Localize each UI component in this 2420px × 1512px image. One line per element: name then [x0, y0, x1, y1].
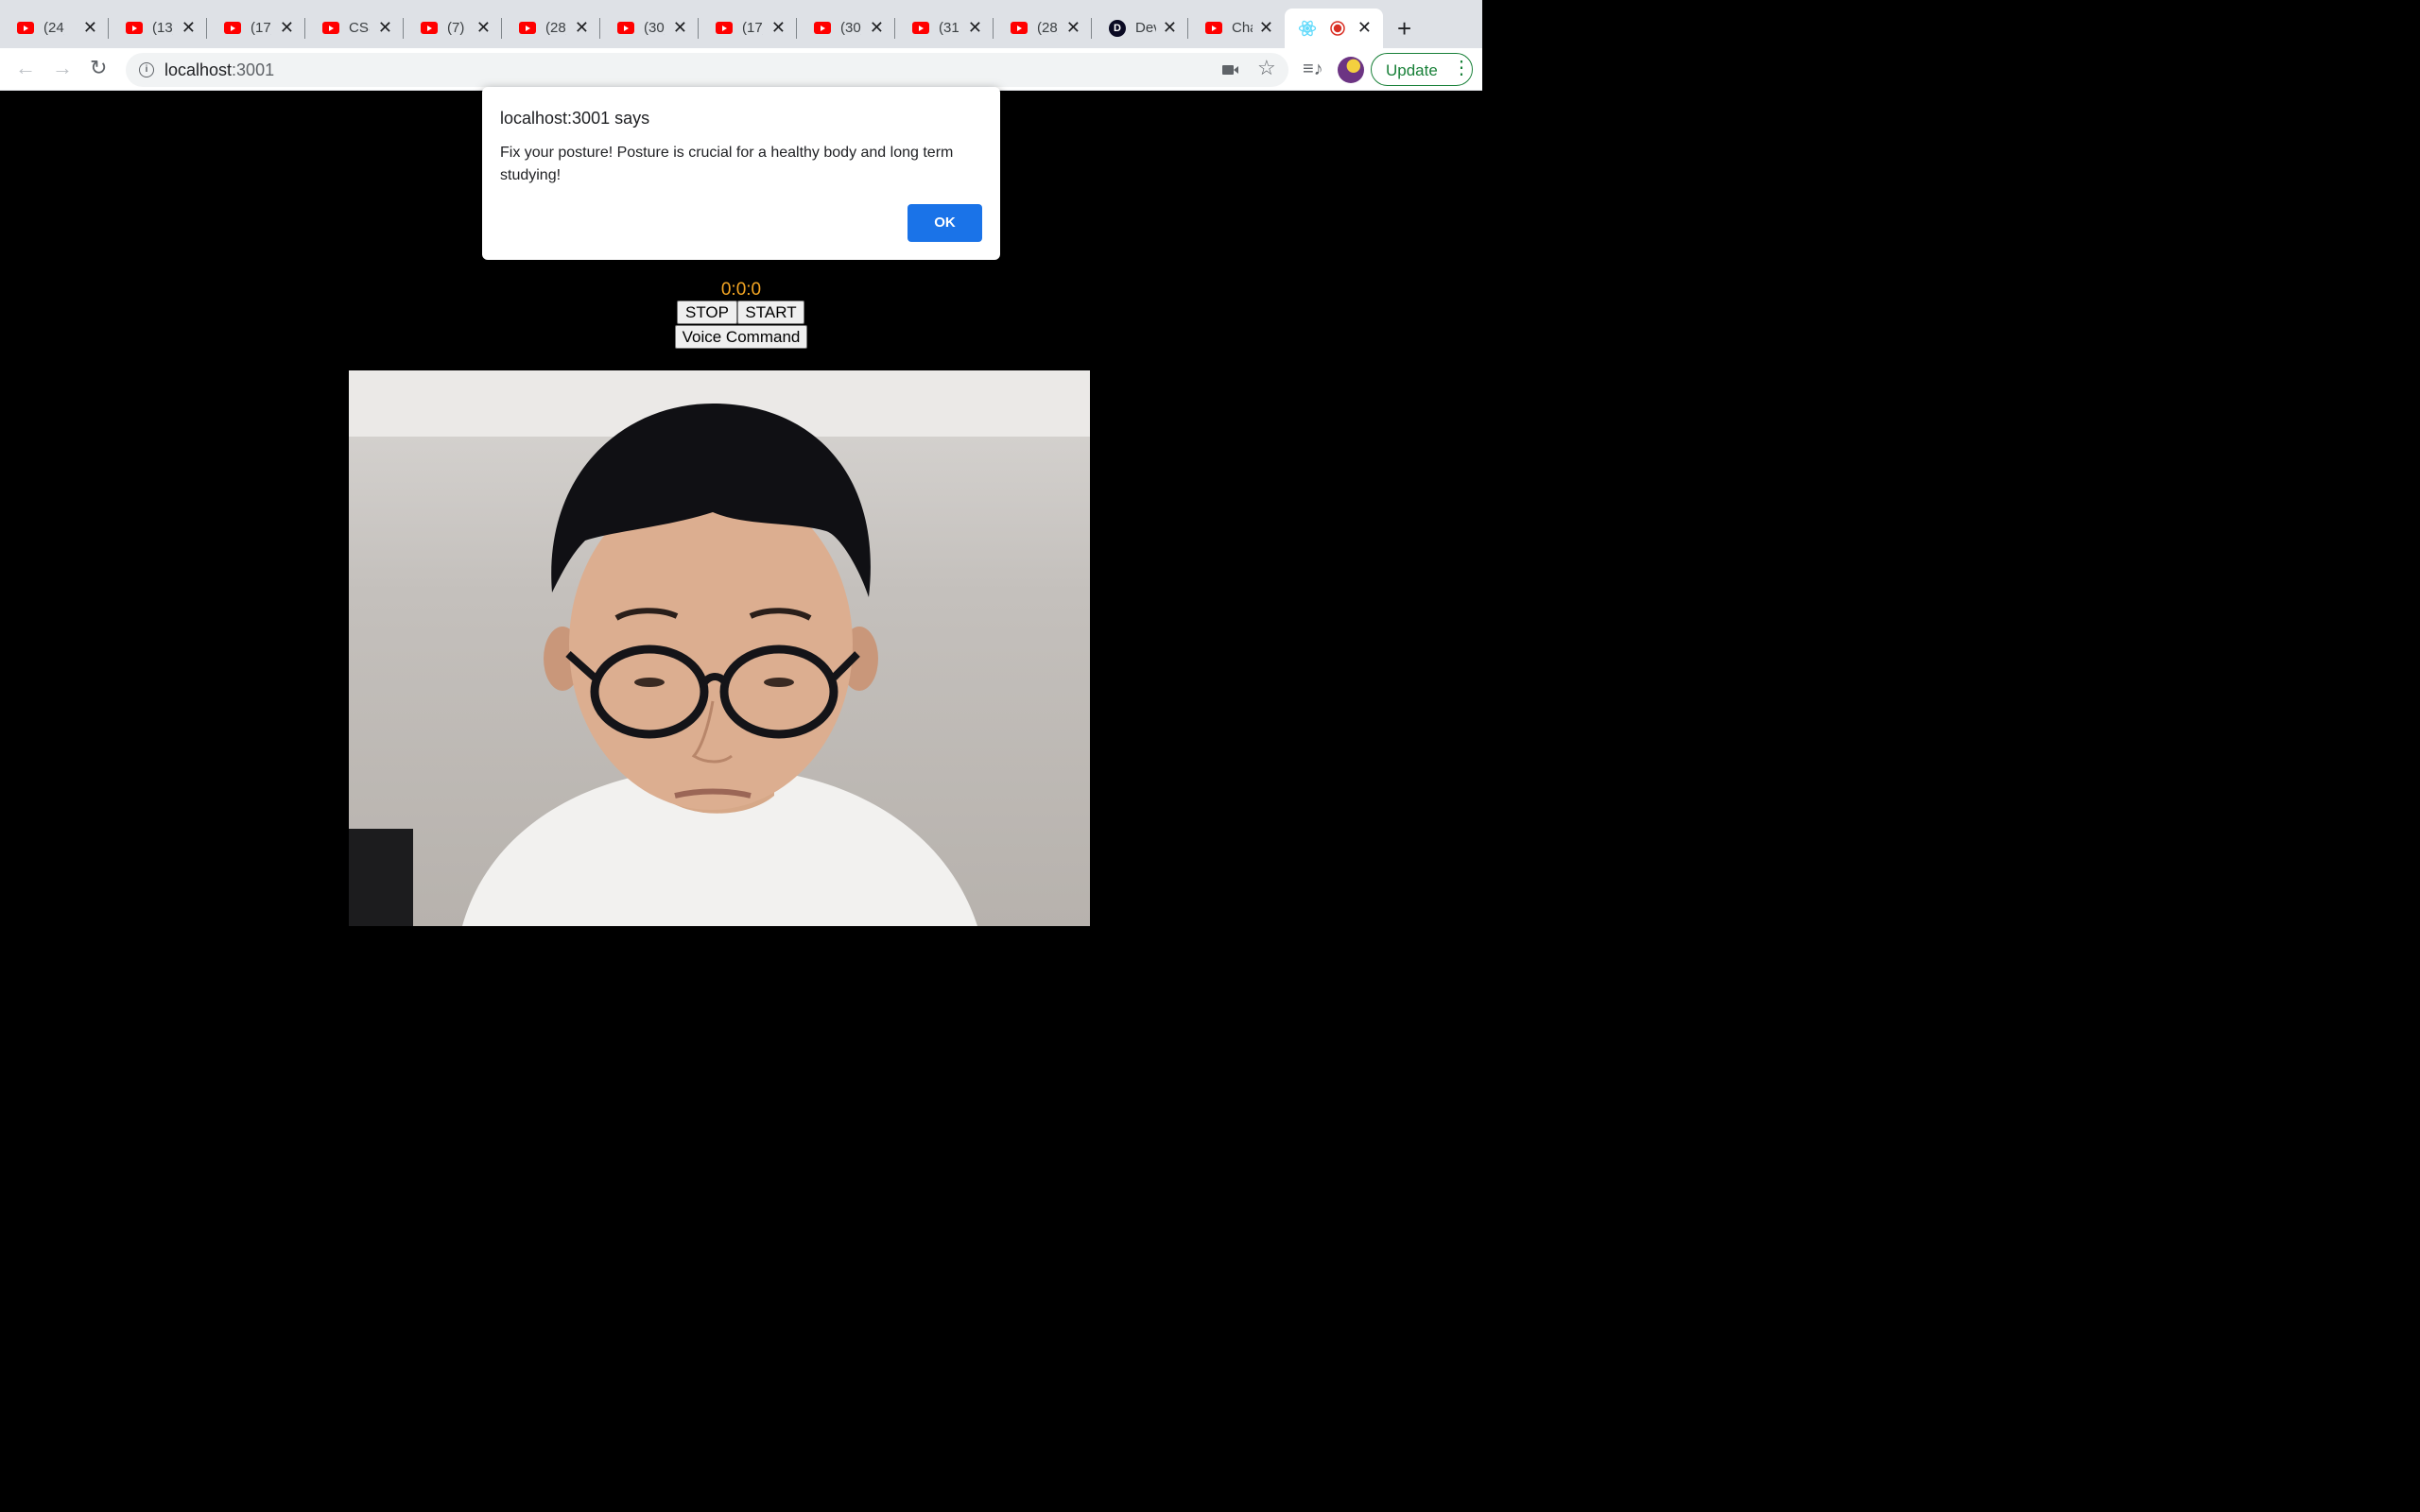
- youtube-icon: [224, 22, 241, 34]
- tab-strip: (24)✕ (13)✕ (17)✕ CSS✕ (7)✕ (28)✕ (30)✕ …: [0, 0, 1482, 48]
- forward-icon[interactable]: →: [52, 58, 73, 78]
- browser-tab[interactable]: (17) ✕: [699, 9, 797, 48]
- url-host: localhost: [164, 60, 233, 79]
- bookmark-star-icon[interactable]: ☆: [1257, 58, 1276, 78]
- close-tab-icon[interactable]: ✕: [1066, 19, 1080, 36]
- active-tab[interactable]: ✕: [1285, 9, 1383, 48]
- dialog-message: Fix your posture! Posture is crucial for…: [500, 145, 954, 183]
- update-label: Update: [1386, 61, 1438, 79]
- menu-dots-icon[interactable]: ⋮: [1452, 59, 1471, 77]
- tab-title: (13): [152, 20, 173, 36]
- close-tab-icon[interactable]: ✕: [280, 19, 294, 36]
- tab-title: (30): [644, 20, 665, 36]
- close-tab-icon[interactable]: ✕: [575, 19, 589, 36]
- browser-tab[interactable]: (7) ✕: [404, 9, 502, 48]
- youtube-icon: [126, 22, 143, 34]
- browser-tab[interactable]: (30) ✕: [600, 9, 699, 48]
- browser-tab[interactable]: (13) ✕: [109, 9, 207, 48]
- youtube-icon: [322, 22, 339, 34]
- youtube-icon: [912, 22, 929, 34]
- url-port: :3001: [232, 60, 275, 79]
- start-button[interactable]: START: [737, 301, 804, 324]
- back-icon[interactable]: ←: [15, 58, 36, 78]
- dialog-title: localhost:3001 says: [500, 109, 650, 128]
- voice-command-button[interactable]: Voice Command: [675, 325, 807, 349]
- close-tab-icon[interactable]: ✕: [378, 19, 392, 36]
- browser-tab[interactable]: Cha ✕: [1188, 9, 1285, 48]
- update-button[interactable]: Update ⋮: [1371, 53, 1473, 86]
- url-text[interactable]: localhost:3001: [164, 60, 274, 80]
- close-tab-icon[interactable]: ✕: [1163, 19, 1177, 36]
- youtube-icon: [1205, 22, 1222, 34]
- stop-button[interactable]: STOP: [677, 301, 737, 324]
- tab-title: (28): [1037, 20, 1058, 36]
- close-tab-icon[interactable]: ✕: [870, 19, 884, 36]
- browser-tab[interactable]: (28) ✕: [502, 9, 600, 48]
- youtube-icon: [519, 22, 536, 34]
- media-controls-icon[interactable]: ≡♪: [1303, 60, 1323, 78]
- browser-tab[interactable]: (30) ✕: [797, 9, 895, 48]
- new-tab-icon[interactable]: +: [1397, 16, 1411, 41]
- session-timer: 0:0:0: [720, 280, 762, 300]
- tab-title: (17): [742, 20, 763, 36]
- react-icon: [1298, 20, 1317, 37]
- youtube-icon: [617, 22, 634, 34]
- tab-title: (17): [251, 20, 271, 36]
- browser-tab[interactable]: D Dev ✕: [1092, 9, 1188, 48]
- tab-title: (7): [447, 20, 465, 36]
- ok-button[interactable]: OK: [908, 204, 982, 242]
- close-tab-icon[interactable]: ✕: [673, 19, 687, 36]
- browser-tab[interactable]: (24) ✕: [0, 9, 109, 48]
- tab-title: CSS: [349, 20, 370, 36]
- webcam-person: [349, 370, 1090, 926]
- tab-title: (28): [545, 20, 566, 36]
- site-info-icon[interactable]: i: [139, 62, 154, 77]
- camera-icon[interactable]: [1222, 65, 1238, 75]
- tab-title: Cha: [1232, 20, 1253, 36]
- youtube-icon: [814, 22, 831, 34]
- browser-toolbar: ← → ↻ i localhost:3001 ☆ ≡♪ Update ⋮: [0, 48, 1482, 91]
- dev-icon: D: [1109, 20, 1126, 37]
- reload-icon[interactable]: ↻: [90, 58, 107, 78]
- youtube-icon: [716, 22, 733, 34]
- close-tab-icon[interactable]: ✕: [771, 19, 786, 36]
- close-tab-icon[interactable]: ✕: [476, 19, 491, 36]
- close-tab-icon[interactable]: ✕: [968, 19, 982, 36]
- webcam-feed: [349, 370, 1090, 926]
- alert-dialog: localhost:3001 says Fix your posture! Po…: [482, 87, 1000, 260]
- youtube-icon: [1011, 22, 1028, 34]
- youtube-icon: [17, 22, 34, 34]
- browser-tab[interactable]: (31) ✕: [895, 9, 994, 48]
- recording-icon: [1330, 21, 1345, 36]
- tab-title: (24): [43, 20, 64, 36]
- youtube-icon: [421, 22, 438, 34]
- close-tab-icon[interactable]: ✕: [182, 19, 196, 36]
- browser-tab[interactable]: (17) ✕: [207, 9, 305, 48]
- close-tab-icon[interactable]: ✕: [83, 19, 97, 36]
- close-tab-icon[interactable]: ✕: [1357, 19, 1372, 36]
- close-tab-icon[interactable]: ✕: [1259, 19, 1273, 36]
- tab-title: Dev: [1135, 20, 1156, 36]
- browser-tab[interactable]: CSS ✕: [305, 9, 404, 48]
- tab-title: (31): [939, 20, 959, 36]
- tab-title: (30): [840, 20, 861, 36]
- address-bar[interactable]: i localhost:3001 ☆: [126, 53, 1288, 87]
- profile-avatar[interactable]: [1338, 57, 1364, 83]
- browser-tab[interactable]: (28) ✕: [994, 9, 1092, 48]
